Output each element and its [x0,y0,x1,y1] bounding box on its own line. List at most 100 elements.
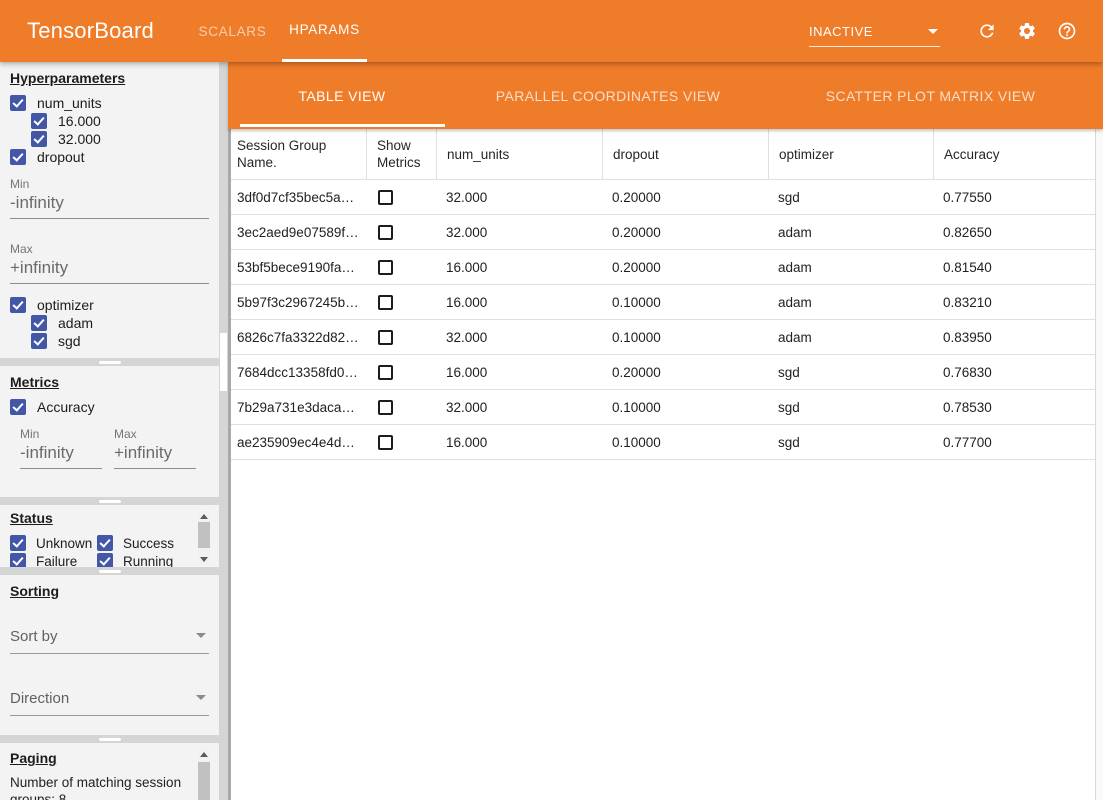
column-header-session-group-name[interactable]: Session Group Name. [231,129,366,179]
chevron-down-icon [196,695,206,700]
table-row[interactable]: 7b29a731e3daca… 32.000 0.10000 sgd 0.785… [231,390,1095,425]
panel-resize-handle[interactable] [0,735,219,743]
optimizer-sgd-checkbox[interactable] [31,333,47,349]
dropout-cell: 0.20000 [602,365,768,380]
sorting-heading: Sorting [10,583,209,599]
metrics-panel: Metrics Accuracy Min Max [0,366,219,497]
sidebar-scrollbar[interactable] [219,62,228,800]
show-metrics-checkbox[interactable] [378,330,393,345]
metrics-heading: Metrics [10,374,209,390]
hparam-num-units-row: num_units [10,94,209,112]
column-header-dropout[interactable]: dropout [602,129,768,179]
num-units-checkbox[interactable] [10,95,26,111]
panel-resize-handle[interactable] [0,497,219,505]
column-header-show-metrics[interactable]: Show Metrics [366,129,436,179]
status-heading: Status [10,510,209,526]
status-success-checkbox[interactable] [97,535,113,551]
status-scrollbar[interactable] [198,511,210,565]
column-header-num-units[interactable]: num_units [436,129,602,179]
drag-grip [99,500,121,503]
paging-scrollbar[interactable] [198,749,210,800]
table-row[interactable]: 53bf5bece9190fa… 16.000 0.20000 adam 0.8… [231,250,1095,285]
scrollbar-thumb[interactable] [198,522,210,548]
status-unknown-checkbox[interactable] [10,535,26,551]
optimizer-sgd-label: sgd [58,333,81,349]
sort-by-select[interactable]: Sort by [10,628,209,654]
show-metrics-checkbox[interactable] [378,190,393,205]
tab-table-view[interactable]: TABLE VIEW [228,62,456,129]
tab-scalars[interactable]: SCALARS [190,0,275,62]
tab-hparams[interactable]: HPARAMS [282,0,367,62]
sort-by-value: Sort by [10,628,58,645]
session-groups-table: Session Group Name. Show Metrics num_uni… [228,129,1095,800]
show-metrics-checkbox[interactable] [378,435,393,450]
num-units-32-checkbox[interactable] [31,131,47,147]
refresh-icon[interactable] [977,21,997,41]
show-metrics-checkbox[interactable] [378,365,393,380]
hparam-value-row: sgd [31,332,209,350]
table-body: 3df0d7cf35bec5a… 32.000 0.20000 sgd 0.77… [231,180,1095,460]
dropout-cell: 0.20000 [602,190,768,205]
optimizer-checkbox[interactable] [10,297,26,313]
scrollbar-thumb[interactable] [198,762,210,800]
session-group-name-cell: ae235909ec4e4d… [231,435,366,450]
optimizer-cell: sgd [768,400,933,415]
tab-parallel-coordinates-view[interactable]: PARALLEL COORDINATES VIEW [456,62,760,129]
accuracy-max-input[interactable] [114,441,196,469]
show-metrics-checkbox[interactable] [378,400,393,415]
dropout-min-input[interactable] [10,191,209,219]
tab-scatter-plot-matrix-view[interactable]: SCATTER PLOT MATRIX VIEW [760,62,1101,129]
status-running-checkbox[interactable] [97,553,113,567]
matching-session-groups-text: Number of matching session groups: 8 [10,774,188,800]
dropout-max-input[interactable] [10,256,209,284]
num-units-cell: 16.000 [436,435,602,450]
accuracy-max-label: Max [114,427,196,441]
hparam-dropout-row: dropout [10,148,209,166]
column-header-accuracy[interactable]: Accuracy [933,129,1095,179]
optimizer-cell: sgd [768,190,933,205]
dropout-cell: 0.20000 [602,225,768,240]
reload-status-dropdown[interactable]: INACTIVE [809,24,940,47]
session-group-name-cell: 6826c7fa3322d82… [231,330,366,345]
show-metrics-checkbox[interactable] [378,225,393,240]
accuracy-cell: 0.78530 [933,400,1095,415]
status-unknown-label: Unknown [36,536,92,551]
optimizer-adam-label: adam [58,315,93,331]
status-success-label: Success [123,536,174,551]
scrollbar-thumb[interactable] [220,333,227,391]
accuracy-min-input[interactable] [20,441,102,469]
table-row[interactable]: ae235909ec4e4d… 16.000 0.10000 sgd 0.777… [231,425,1095,460]
table-row[interactable]: 3df0d7cf35bec5a… 32.000 0.20000 sgd 0.77… [231,180,1095,215]
accuracy-cell: 0.77700 [933,435,1095,450]
active-tab-underline [240,124,445,127]
app-title: TensorBoard [27,18,154,44]
show-metrics-checkbox[interactable] [378,295,393,310]
help-icon[interactable] [1057,21,1077,41]
table-row[interactable]: 5b97f3c2967245b… 16.000 0.10000 adam 0.8… [231,285,1095,320]
num-units-label: num_units [37,95,102,111]
table-scrollbar-gutter[interactable] [1095,129,1103,800]
hparam-optimizer-row: optimizer [10,296,209,314]
accuracy-cell: 0.76830 [933,365,1095,380]
column-header-optimizer[interactable]: optimizer [768,129,933,179]
panel-resize-handle[interactable] [0,358,219,366]
num-units-16-checkbox[interactable] [31,113,47,129]
table-row[interactable]: 7684dcc13358fd0… 16.000 0.20000 sgd 0.76… [231,355,1095,390]
scroll-up-arrow-icon [200,514,208,519]
scroll-down-arrow-icon [200,557,208,562]
direction-select[interactable]: Direction [10,690,209,716]
session-group-name-cell: 3df0d7cf35bec5a… [231,190,366,205]
num-units-cell: 32.000 [436,330,602,345]
gear-icon[interactable] [1017,21,1037,41]
dropout-checkbox[interactable] [10,149,26,165]
table-row[interactable]: 6826c7fa3322d82… 32.000 0.10000 adam 0.8… [231,320,1095,355]
accuracy-checkbox[interactable] [10,399,26,415]
status-failure-checkbox[interactable] [10,553,26,567]
optimizer-adam-checkbox[interactable] [31,315,47,331]
table-row[interactable]: 3ec2aed9e07589f… 32.000 0.20000 adam 0.8… [231,215,1095,250]
panel-resize-handle[interactable] [0,567,219,575]
accuracy-cell: 0.83210 [933,295,1095,310]
plugin-tabs: SCALARS HPARAMS [190,0,367,62]
show-metrics-checkbox[interactable] [378,260,393,275]
session-group-name-cell: 53bf5bece9190fa… [231,260,366,275]
